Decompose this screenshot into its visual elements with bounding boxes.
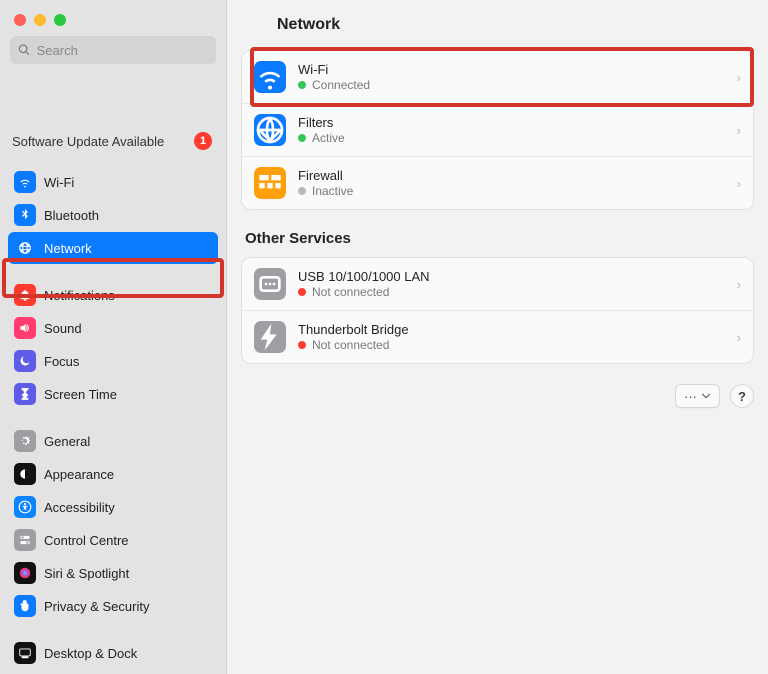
sidebar-item-sound[interactable]: Sound	[8, 312, 218, 344]
chevron-right-icon: ›	[737, 123, 741, 138]
software-update-label: Software Update Available	[12, 134, 164, 149]
service-name: Thunderbolt Bridge	[298, 322, 409, 337]
status-dot	[298, 187, 306, 195]
sidebar-item-notifications[interactable]: Notifications	[8, 279, 218, 311]
chevron-right-icon: ›	[737, 176, 741, 191]
sidebar-item-label: Desktop & Dock	[44, 646, 137, 661]
sidebar-item-controlcentre[interactable]: Control Centre	[8, 524, 218, 556]
sidebar-item-wifi[interactable]: Wi-Fi	[8, 166, 218, 198]
sidebar-item-label: Network	[44, 241, 92, 256]
service-row-usb[interactable]: USB 10/100/1000 LANNot connected ›	[242, 258, 753, 310]
chevron-right-icon: ›	[737, 330, 741, 345]
sidebar-item-accessibility[interactable]: Accessibility	[8, 491, 218, 523]
bluetooth-icon	[14, 204, 36, 226]
ethernet-icon	[254, 268, 286, 300]
appearance-icon	[14, 463, 36, 485]
hand-icon	[14, 595, 36, 617]
sidebar-item-siri[interactable]: Siri & Spotlight	[8, 557, 218, 589]
status-dot	[298, 81, 306, 89]
close-window-button[interactable]	[14, 14, 26, 26]
search-input[interactable]	[37, 43, 208, 58]
help-button[interactable]: ?	[730, 384, 754, 408]
status-dot	[298, 341, 306, 349]
service-status: Not connected	[298, 285, 430, 299]
footer-buttons: ··· ?	[241, 384, 754, 408]
service-row-firewall[interactable]: FirewallInactive ›	[242, 156, 753, 209]
sound-icon	[14, 317, 36, 339]
sidebar-item-label: Control Centre	[44, 533, 129, 548]
search-icon	[18, 43, 31, 57]
status-dot	[298, 288, 306, 296]
wifi-icon	[14, 171, 36, 193]
service-row-filters[interactable]: FiltersActive ›	[242, 103, 753, 156]
other-services-group: USB 10/100/1000 LANNot connected›Thunder…	[241, 257, 754, 364]
sidebar-item-privacy[interactable]: Privacy & Security	[8, 590, 218, 622]
toggles-icon	[14, 529, 36, 551]
sidebar-item-label: Focus	[44, 354, 79, 369]
sidebar-item-bluetooth[interactable]: Bluetooth	[8, 199, 218, 231]
sidebar-item-screentime[interactable]: Screen Time	[8, 378, 218, 410]
sidebar-item-label: Privacy & Security	[44, 599, 149, 614]
globe-icon	[14, 237, 36, 259]
sidebar-items: Wi-Fi Bluetooth Network Notifications Sound F…	[0, 166, 226, 670]
service-status: Inactive	[298, 184, 353, 198]
service-name: USB 10/100/1000 LAN	[298, 269, 430, 284]
zoom-window-button[interactable]	[54, 14, 66, 26]
window-controls	[0, 0, 226, 36]
minimize-window-button[interactable]	[34, 14, 46, 26]
moon-icon	[14, 350, 36, 372]
sidebar-item-label: Screen Time	[44, 387, 117, 402]
primary-services-group: Wi-FiConnected›FiltersActive›FirewallIna…	[241, 50, 754, 210]
firewall-icon	[254, 167, 286, 199]
chevron-right-icon: ›	[737, 70, 741, 85]
service-status: Connected	[298, 78, 370, 92]
sidebar-item-label: Notifications	[44, 288, 115, 303]
sidebar-item-appearance[interactable]: Appearance	[8, 458, 218, 490]
more-button[interactable]: ···	[675, 384, 720, 408]
software-update-badge: 1	[194, 132, 212, 150]
sidebar-item-focus[interactable]: Focus	[8, 345, 218, 377]
chevron-down-icon	[701, 391, 711, 401]
sidebar-item-label: General	[44, 434, 90, 449]
bolt-icon	[254, 321, 286, 353]
sidebar-item-label: Wi-Fi	[44, 175, 74, 190]
gear-icon	[14, 430, 36, 452]
other-services-title: Other Services	[245, 230, 754, 247]
filters-icon	[254, 114, 286, 146]
service-status: Not connected	[298, 338, 409, 352]
sidebar-item-label: Appearance	[44, 467, 114, 482]
sidebar: Software Update Available 1 Wi-Fi Bluetoo…	[0, 0, 227, 674]
service-name: Wi-Fi	[298, 62, 370, 77]
page-title: Network	[241, 12, 754, 50]
sidebar-item-label: Bluetooth	[44, 208, 99, 223]
access-icon	[14, 496, 36, 518]
sidebar-item-desktop[interactable]: Desktop & Dock	[8, 637, 218, 669]
sidebar-item-label: Siri & Spotlight	[44, 566, 129, 581]
sidebar-item-label: Accessibility	[44, 500, 115, 515]
main-pane: Network Wi-FiConnected›FiltersActive›Fir…	[227, 0, 768, 674]
status-dot	[298, 134, 306, 142]
siri-icon	[14, 562, 36, 584]
wifi-icon	[254, 61, 286, 93]
service-row-thunderbolt[interactable]: Thunderbolt BridgeNot connected ›	[242, 310, 753, 363]
service-name: Filters	[298, 115, 345, 130]
dock-icon	[14, 642, 36, 664]
software-update-row[interactable]: Software Update Available 1	[0, 124, 226, 160]
service-row-wifi[interactable]: Wi-FiConnected ›	[242, 51, 753, 103]
sidebar-item-network[interactable]: Network	[8, 232, 218, 264]
service-name: Firewall	[298, 168, 353, 183]
hourglass-icon	[14, 383, 36, 405]
bell-icon	[14, 284, 36, 306]
sidebar-item-label: Sound	[44, 321, 82, 336]
apple-id-block[interactable]	[0, 72, 226, 124]
sidebar-item-general[interactable]: General	[8, 425, 218, 457]
chevron-right-icon: ›	[737, 277, 741, 292]
service-status: Active	[298, 131, 345, 145]
search-field-wrap[interactable]	[10, 36, 216, 64]
